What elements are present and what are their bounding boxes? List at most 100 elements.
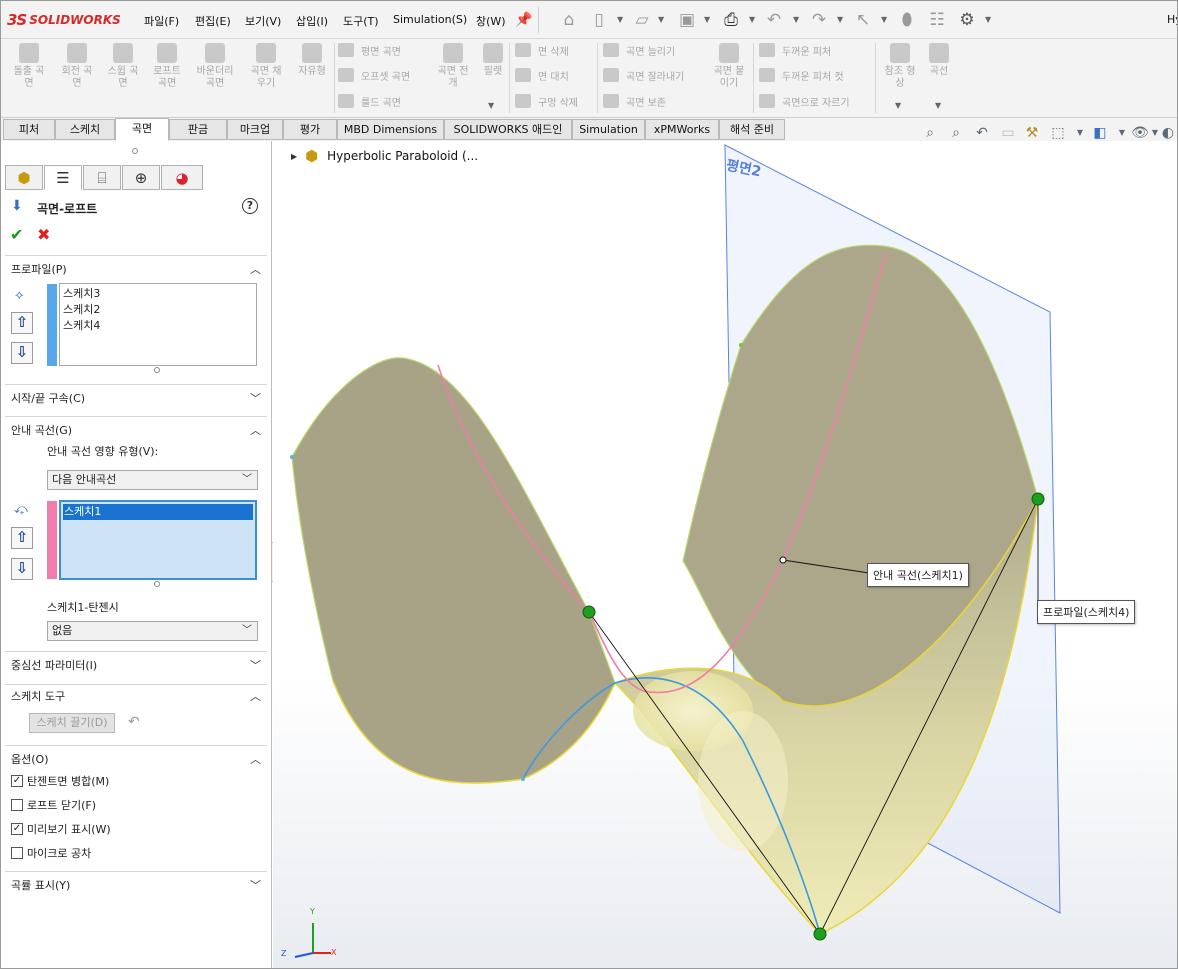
- fillet-button[interactable]: 필렛: [479, 43, 507, 78]
- extend-surface-button[interactable]: 곡면 늘리기: [603, 41, 675, 59]
- pin-icon[interactable]: 📌: [514, 10, 534, 30]
- chevron-down-icon[interactable]: ▼: [985, 15, 991, 24]
- undo-icon[interactable]: ↶: [764, 10, 784, 30]
- move-down-button[interactable]: ⇩: [11, 558, 33, 580]
- reference-geometry-button[interactable]: 참조 형 상: [879, 43, 921, 90]
- list-item[interactable]: 스케치2: [62, 302, 254, 318]
- guide-curves-list[interactable]: 스케치1: [59, 500, 257, 580]
- tab-evaluate[interactable]: 평가: [283, 119, 337, 140]
- zoom-to-fit-icon[interactable]: ⌕: [921, 124, 939, 142]
- list-item[interactable]: 스케치4: [62, 318, 254, 334]
- curves-button[interactable]: 곡선: [925, 43, 953, 78]
- offset-surface-button[interactable]: 오프셋 곡면: [338, 66, 410, 84]
- merge-tangent-faces-checkbox[interactable]: ✓ 탄젠트면 병합(M): [11, 773, 109, 789]
- file-properties-icon[interactable]: ☷: [927, 10, 947, 30]
- tab-xpmworks[interactable]: xPMWorks: [645, 119, 719, 140]
- tab-markup[interactable]: 마크업: [227, 119, 283, 140]
- cancel-button[interactable]: ✖: [37, 225, 50, 244]
- guide-tangency-select[interactable]: 없음 ﹀: [47, 621, 258, 641]
- tab-display-manager[interactable]: ◕: [161, 165, 203, 190]
- graphics-area[interactable]: ▶ ⬢ Hyperbolic Paraboloid (... 평면2 안내 곡선…: [273, 141, 1177, 968]
- menu-simulation[interactable]: Simulation(S): [393, 13, 467, 26]
- menu-file[interactable]: 파일(F): [144, 13, 179, 29]
- view-orientation-icon[interactable]: ⬚: [1049, 124, 1067, 142]
- guide-influence-select[interactable]: 다음 안내곡선 ﹀: [47, 470, 258, 490]
- save-icon[interactable]: ▣: [677, 10, 697, 30]
- profiles-section-header[interactable]: 프로파일(P) ︿: [1, 255, 271, 285]
- list-item[interactable]: 스케치1: [63, 504, 253, 520]
- guide-curve-callout[interactable]: 안내 곡선(스케치1): [867, 563, 969, 587]
- dynamic-annotation-icon[interactable]: ⚒: [1023, 124, 1041, 142]
- chevron-down-icon[interactable]: ▼: [658, 15, 664, 24]
- tab-sheet-metal[interactable]: 판금: [169, 119, 227, 140]
- chevron-down-icon[interactable]: ▼: [837, 15, 843, 24]
- curvature-display-header[interactable]: 곡률 표시(Y) ﹀: [1, 871, 271, 901]
- chevron-down-icon[interactable]: ▼: [1071, 124, 1089, 142]
- menu-view[interactable]: 보기(V): [245, 13, 281, 29]
- cut-with-surface-button[interactable]: 곡면으로 자르기: [759, 92, 850, 110]
- options-icon[interactable]: ⚙: [957, 10, 977, 30]
- boundary-surface-button[interactable]: 바운더리 곡면: [192, 43, 238, 90]
- sketch-tools-header[interactable]: 스케치 도구 ︿: [1, 682, 271, 712]
- chevron-down-icon[interactable]: ▼: [881, 15, 887, 24]
- move-up-button[interactable]: ⇧: [11, 527, 33, 549]
- chevron-down-icon[interactable]: ▼: [488, 101, 494, 110]
- list-resize-handle[interactable]: [154, 581, 160, 587]
- drag-sketch-button[interactable]: 스케치 끌기(D): [29, 713, 115, 733]
- chevron-down-icon[interactable]: ▼: [617, 15, 623, 24]
- delete-hole-button[interactable]: 구멍 삭제: [515, 92, 578, 110]
- menu-tools[interactable]: 도구(T): [343, 13, 379, 29]
- section-view-icon[interactable]: ▭: [999, 124, 1017, 142]
- menu-insert[interactable]: 삽입(I): [296, 13, 328, 29]
- show-preview-checkbox[interactable]: ✓ 미리보기 표시(W): [11, 821, 111, 837]
- move-up-button[interactable]: ⇧: [11, 312, 33, 334]
- ok-button[interactable]: ✔: [10, 225, 23, 244]
- open-icon[interactable]: ▱: [632, 10, 652, 30]
- tab-surfaces[interactable]: 곡면: [115, 118, 169, 141]
- menu-window[interactable]: 창(W): [476, 13, 506, 29]
- planar-surface-button[interactable]: 평면 곡면: [338, 41, 401, 59]
- centerline-parameters-header[interactable]: 중심선 파라미터(I) ﹀: [1, 651, 271, 681]
- tab-simulation[interactable]: Simulation: [572, 119, 645, 140]
- chevron-down-icon[interactable]: ▼: [749, 15, 755, 24]
- list-resize-handle[interactable]: [154, 367, 160, 373]
- lofted-surface-button[interactable]: 로프트 곡면: [147, 43, 187, 90]
- thickened-cut-button[interactable]: 두꺼운 피처 컷: [759, 66, 844, 84]
- extruded-surface-button[interactable]: 돌출 곡 면: [9, 43, 49, 90]
- surface-flatten-button[interactable]: 곡면 전 개: [431, 43, 475, 90]
- panel-resize-handle[interactable]: [132, 148, 138, 154]
- expand-arrow-icon[interactable]: ▶: [291, 152, 297, 161]
- chevron-down-icon[interactable]: ▼: [1113, 124, 1131, 142]
- options-header[interactable]: 옵션(O) ︿: [1, 745, 271, 775]
- knit-surface-button[interactable]: 곡면 붙 이기: [707, 43, 751, 90]
- tab-configuration-manager[interactable]: ⌸: [83, 165, 121, 190]
- move-down-button[interactable]: ⇩: [11, 342, 33, 364]
- home-icon[interactable]: ⌂: [559, 10, 579, 30]
- previous-view-icon[interactable]: ↶: [973, 124, 991, 142]
- feature-tree-root[interactable]: ▶ ⬢ Hyperbolic Paraboloid (...: [291, 148, 478, 164]
- chevron-down-icon[interactable]: ▼: [895, 101, 901, 110]
- chevron-down-icon[interactable]: ▼: [793, 15, 799, 24]
- profiles-list[interactable]: 스케치3 스케치2 스케치4: [59, 283, 257, 366]
- tab-analysis-prep[interactable]: 해석 준비: [719, 119, 785, 140]
- profile-connector-point[interactable]: [1031, 492, 1045, 506]
- select-icon[interactable]: ↖: [853, 10, 873, 30]
- list-item[interactable]: 스케치3: [62, 286, 254, 302]
- undo-sketch-drag-icon[interactable]: ↶: [128, 714, 140, 730]
- tab-property-manager[interactable]: ☰: [44, 165, 82, 190]
- swept-surface-button[interactable]: 스윕 곡 면: [103, 43, 143, 90]
- tab-features[interactable]: 피처: [3, 119, 55, 140]
- tab-dimxpert-manager[interactable]: ⊕: [122, 165, 160, 190]
- micro-tolerance-checkbox[interactable]: 마이크로 공차: [11, 845, 91, 861]
- tab-mbd-dimensions[interactable]: MBD Dimensions: [337, 119, 444, 140]
- menu-edit[interactable]: 편집(E): [195, 13, 231, 29]
- freeform-button[interactable]: 자유형: [292, 43, 332, 78]
- tab-solidworks-addins[interactable]: SOLIDWORKS 애드인: [444, 119, 572, 140]
- chevron-down-icon[interactable]: ▼: [704, 15, 710, 24]
- trim-surface-button[interactable]: 곡면 잘라내기: [603, 66, 684, 84]
- profile-connector-point[interactable]: [813, 927, 827, 941]
- thicken-button[interactable]: 두꺼운 피처: [759, 41, 831, 59]
- guide-curves-header[interactable]: 안내 곡선(G) ︿: [1, 416, 271, 446]
- print-icon[interactable]: ⎙: [721, 10, 741, 30]
- left-surface-lobe[interactable]: [291, 357, 616, 784]
